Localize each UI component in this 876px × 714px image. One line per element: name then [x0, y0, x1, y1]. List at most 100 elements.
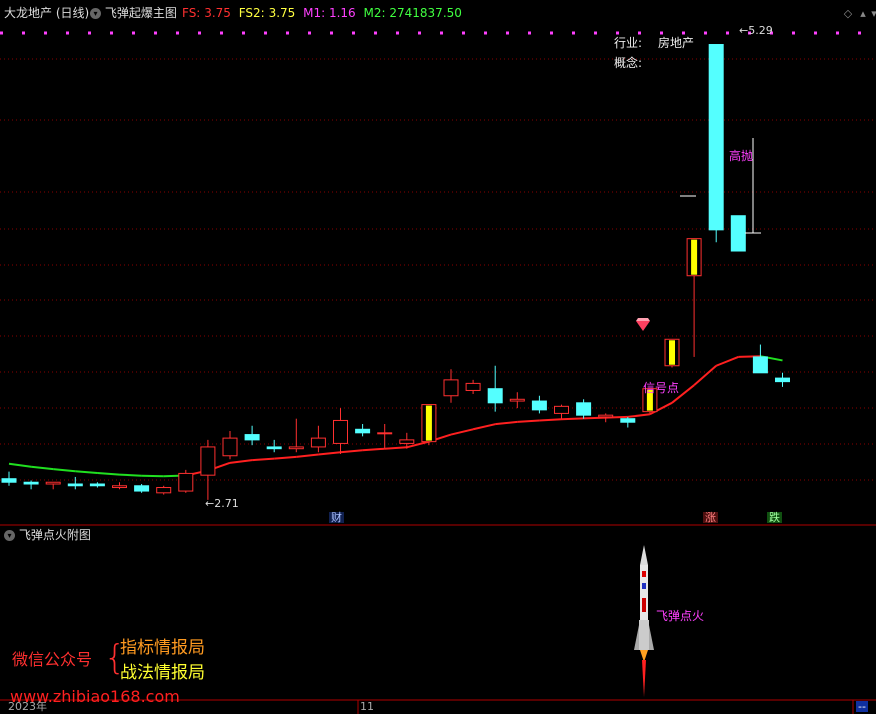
- ma-segment: [517, 419, 540, 423]
- ma-segment: [53, 468, 76, 473]
- high-price-annotation: ←5.29: [739, 24, 773, 37]
- candle-body: [134, 485, 150, 492]
- ma-segment: [450, 428, 474, 436]
- candle-body: [112, 485, 127, 489]
- candlestick-series: [1, 44, 790, 500]
- moving-average-line: [8, 355, 783, 478]
- event-marker-rise[interactable]: 涨: [703, 512, 718, 523]
- candle-body: [333, 419, 348, 444]
- ignite-signal-label: 飞弹点火: [656, 609, 705, 623]
- axis-month-label: 11: [360, 700, 374, 713]
- ma-segment: [75, 470, 98, 475]
- rocket-icon: [634, 545, 654, 697]
- industry-label: 行业:: [614, 36, 643, 50]
- chevron-down-icon[interactable]: ▾: [868, 8, 876, 20]
- candle-body: [67, 483, 83, 487]
- event-marker-fall[interactable]: 跌: [767, 512, 782, 523]
- candle-body: [399, 439, 415, 444]
- watermark-line2: 战法情报局: [120, 663, 205, 683]
- candle-body: [531, 400, 547, 411]
- signal-fill: [669, 340, 675, 365]
- candle-body: [200, 446, 216, 476]
- candle-body: [1, 478, 17, 483]
- candle-body: [156, 487, 172, 494]
- m1-label: M1:: [303, 6, 326, 20]
- sub-panel-selector[interactable]: ▾ 飞弹点火附图: [4, 529, 91, 541]
- ma-segment: [229, 459, 253, 464]
- candle-body: [377, 432, 393, 435]
- low-price-annotation: ←2.71: [205, 497, 239, 510]
- ma-segment: [693, 364, 717, 386]
- candle-body: [89, 483, 105, 487]
- candle-body: [775, 377, 790, 383]
- candle-body: [465, 382, 481, 391]
- indicator-selector[interactable]: ▾ 飞弹起爆主图: [90, 7, 177, 19]
- gem-icon: [636, 318, 650, 331]
- fs2-label: FS2:: [238, 6, 265, 20]
- candle-body: [23, 481, 39, 485]
- fs-label: FS:: [182, 6, 201, 20]
- candle-body: [620, 418, 636, 423]
- chart-canvas: [0, 31, 876, 714]
- m2-label: M2:: [363, 6, 386, 20]
- ma-segment: [715, 355, 739, 367]
- candle-body: [244, 434, 260, 441]
- candle-body: [708, 44, 724, 231]
- m1-value: 1.16: [328, 6, 356, 20]
- ma-segment: [274, 455, 297, 460]
- ma-segment: [252, 457, 275, 462]
- candle-body: [310, 437, 326, 448]
- candle-body: [730, 215, 746, 252]
- indicator-title: 飞弹起爆主图: [104, 6, 177, 20]
- sub-panel-title: 飞弹点火附图: [18, 528, 91, 542]
- price-grid: [0, 31, 876, 714]
- candle-body: [355, 428, 371, 434]
- candle-body: [178, 472, 194, 492]
- ma-segment: [119, 473, 142, 477]
- ma-segment: [296, 453, 319, 458]
- fs-value: 3.75: [204, 6, 231, 20]
- chevron-down-icon[interactable]: ▾: [90, 8, 101, 19]
- candle-body: [576, 402, 592, 416]
- ma-segment: [384, 446, 407, 450]
- ma-segment: [561, 417, 584, 421]
- ma-segment: [539, 418, 562, 422]
- buy-signal-label: 信号点: [643, 381, 680, 395]
- diamond-icon[interactable]: ◇: [842, 8, 854, 20]
- ma-segment: [30, 465, 54, 471]
- m2-value: 2741837.50: [389, 6, 462, 20]
- ma-segment: [318, 451, 341, 456]
- ma-segment: [340, 449, 363, 454]
- candle-body: [509, 398, 525, 402]
- event-marker-finance[interactable]: 财: [329, 512, 344, 523]
- candle-body: [487, 388, 503, 404]
- fs2-value: 3.75: [268, 6, 296, 20]
- ma-segment: [8, 462, 32, 468]
- candle-body: [222, 437, 238, 457]
- concept-label: 概念:: [614, 56, 643, 70]
- axis-corner-label: --: [856, 700, 868, 713]
- watermark-line1: 指标情报局: [120, 638, 205, 658]
- stock-title: 大龙地产 (日线): [4, 6, 90, 20]
- watermark-wechat: 微信公众号: [12, 650, 93, 669]
- industry-value: 房地产: [658, 36, 695, 50]
- candle-body: [443, 379, 459, 397]
- signal-fill: [691, 239, 698, 275]
- ma-segment: [495, 420, 518, 426]
- chevron-down-icon[interactable]: ▾: [4, 530, 15, 541]
- candle-body: [45, 481, 61, 485]
- indicator-values: FS: 3.75 FS2: 3.75 M1: 1.16 M2: 2741837.…: [182, 7, 462, 19]
- sell-signal-label: 高抛: [729, 149, 754, 163]
- ma-segment: [362, 447, 385, 452]
- candle-body: [288, 446, 304, 450]
- candle-body: [266, 446, 282, 450]
- ma-segment: [97, 472, 120, 476]
- axis-year-label: 2023年: [8, 700, 47, 713]
- ma-segment: [583, 416, 606, 420]
- candle-body: [752, 356, 768, 374]
- candle-body: [554, 405, 569, 414]
- candle-body: [598, 414, 614, 418]
- ma-segment: [472, 423, 496, 431]
- ma-segment: [141, 474, 164, 478]
- signal-fill: [425, 405, 432, 441]
